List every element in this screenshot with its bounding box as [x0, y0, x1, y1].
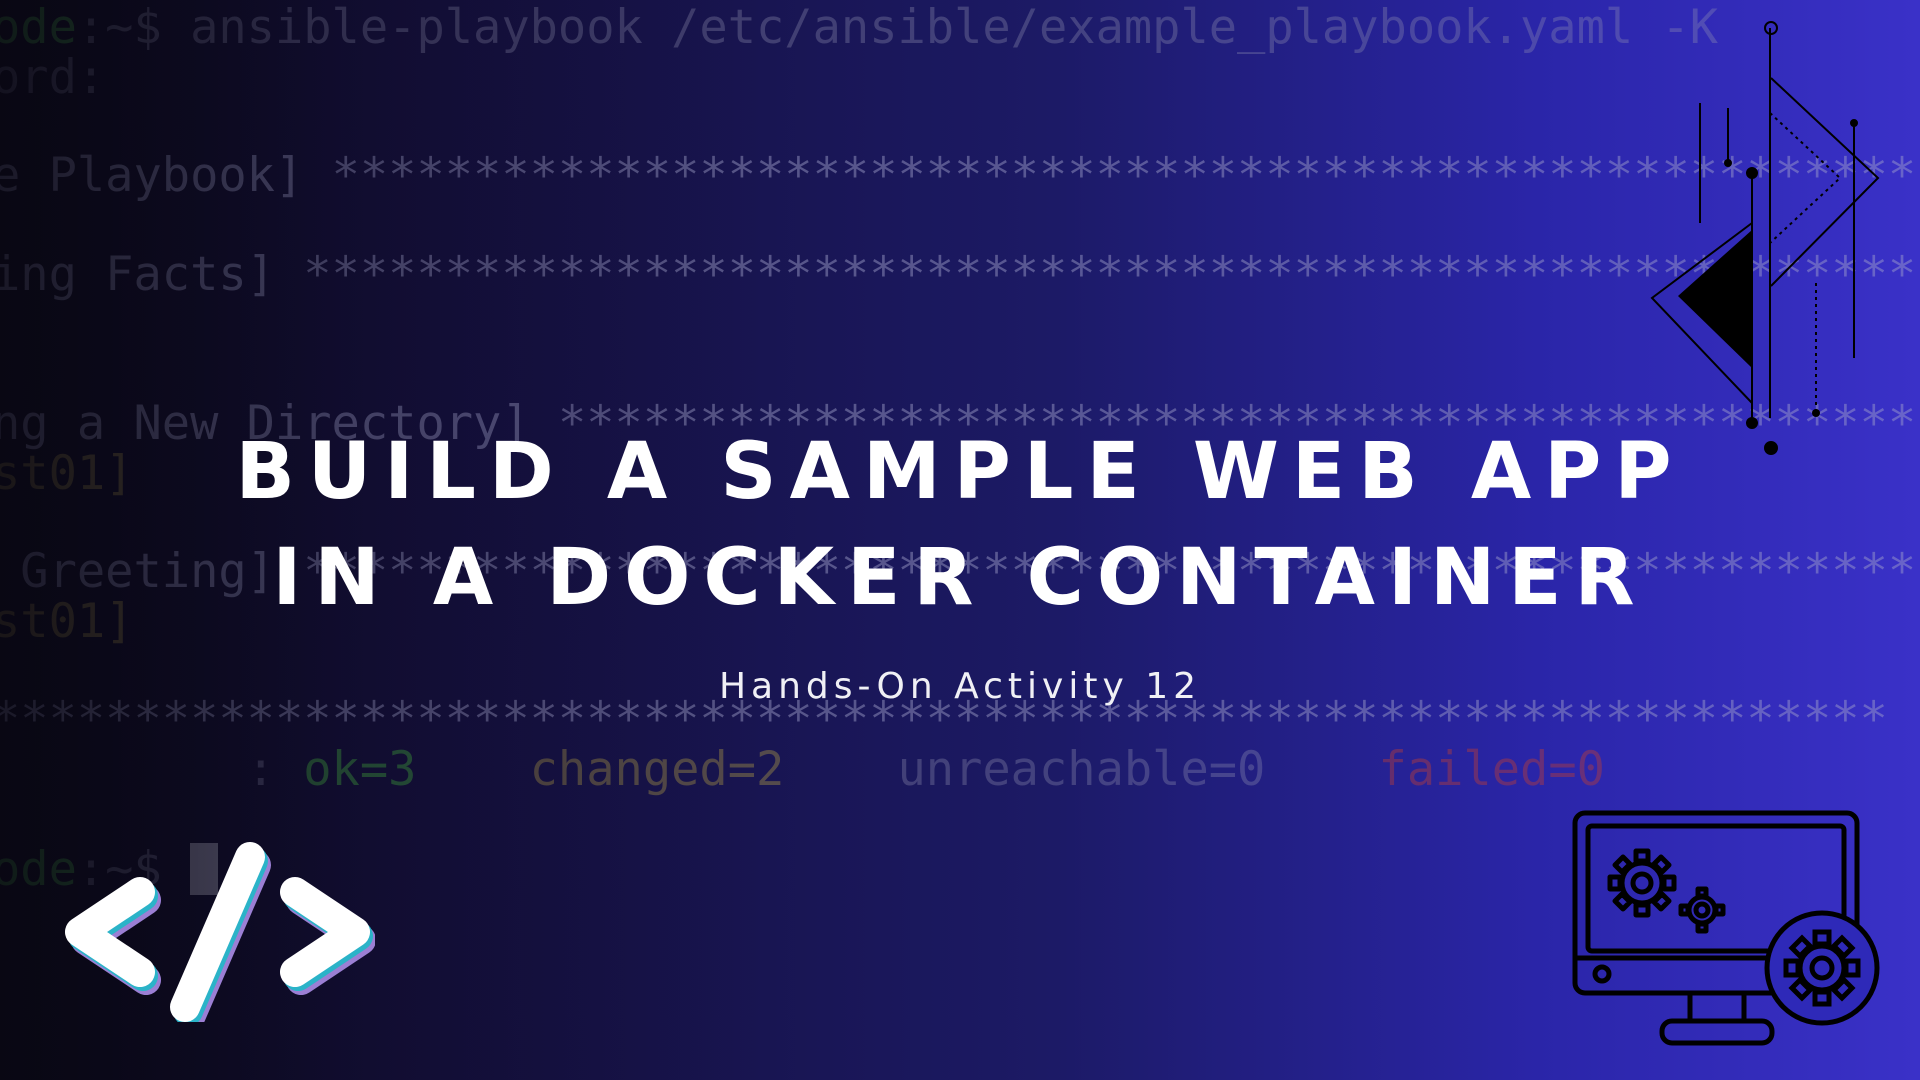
title-line-1: BUILD A SAMPLE WEB APP	[235, 427, 1685, 517]
monitor-gears-icon	[1572, 810, 1880, 1046]
subtitle: Hands-On Activity 12	[718, 666, 1202, 707]
terminal-play-line: e Playbook] ****************************…	[0, 148, 1920, 203]
terminal-recap-line: : ok=3 changed=2 unreachable=0 failed=0	[0, 742, 1605, 797]
terminal-password-line: ord:	[0, 50, 106, 105]
code-brackets-icon	[65, 842, 375, 1022]
title-line-2: IN A DOCKER CONTAINER	[272, 533, 1648, 623]
terminal-command-line: ode:~$ ansible-playbook /etc/ansible/exa…	[0, 0, 1719, 55]
terminal-facts-line: ing Facts] *****************************…	[0, 247, 1920, 302]
geometric-arrow-icon	[1650, 21, 1880, 455]
